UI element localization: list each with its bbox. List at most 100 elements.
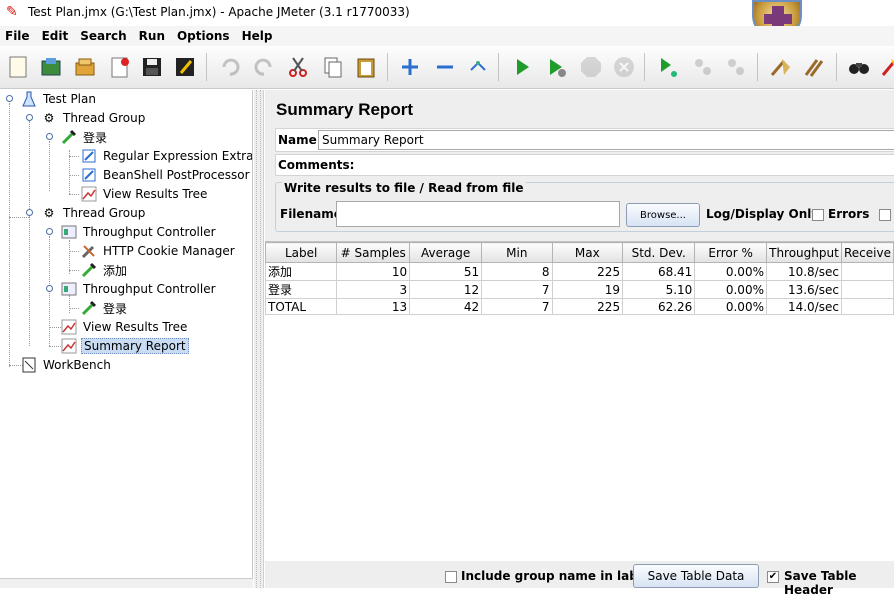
tree-node-throughput-controller[interactable]: Throughput Controller bbox=[60, 280, 218, 298]
toggle-icon[interactable] bbox=[463, 52, 493, 82]
clear-icon[interactable] bbox=[765, 52, 795, 82]
column-header[interactable]: Receive bbox=[840, 242, 894, 263]
table-cell: 51 bbox=[409, 262, 483, 281]
remote-shutdown-icon[interactable] bbox=[721, 52, 751, 82]
save-table-header-checkbox[interactable]: ✔ bbox=[767, 571, 779, 583]
table-cell: 10.8/sec bbox=[765, 262, 842, 281]
results-table[interactable]: Label # Samples Average Min Max Std. Dev… bbox=[264, 241, 894, 561]
tree-toggle[interactable] bbox=[46, 228, 53, 235]
table-cell: 7 bbox=[481, 298, 553, 315]
tree-node-http-cookie-manager[interactable]: HTTP Cookie Manager bbox=[80, 242, 237, 260]
tree-toggle[interactable] bbox=[26, 209, 33, 216]
open-icon[interactable] bbox=[70, 52, 100, 82]
tree-node-view-results-tree[interactable]: View Results Tree bbox=[60, 318, 189, 336]
tree-node-beanshell-postprocessor[interactable]: BeanShell PostProcessor bbox=[80, 166, 252, 184]
menu-help[interactable]: Help bbox=[242, 29, 273, 43]
save-table-data-button[interactable]: Save Table Data bbox=[633, 564, 759, 588]
collapse-icon[interactable] bbox=[430, 52, 460, 82]
column-header[interactable]: Std. Dev. bbox=[622, 242, 696, 263]
tree-toggle[interactable] bbox=[46, 133, 53, 140]
toolbar-separator bbox=[836, 53, 837, 81]
remote-stop-icon[interactable] bbox=[688, 52, 718, 82]
tree-toggle[interactable] bbox=[26, 114, 33, 121]
name-label: Name: bbox=[278, 133, 322, 147]
close-icon[interactable] bbox=[105, 52, 135, 82]
start-no-pause-icon[interactable] bbox=[541, 52, 571, 82]
menu-edit[interactable]: Edit bbox=[42, 29, 69, 43]
toolbar-separator bbox=[498, 53, 499, 81]
table-cell: 添加 bbox=[264, 262, 338, 281]
table-cell: 5.10 bbox=[622, 280, 696, 299]
tree-toggle[interactable] bbox=[46, 285, 53, 292]
new-icon[interactable] bbox=[3, 52, 33, 82]
menu-file[interactable]: File bbox=[5, 29, 30, 43]
copy-icon[interactable] bbox=[318, 52, 348, 82]
tree-node-throughput-controller[interactable]: Throughput Controller bbox=[60, 223, 218, 241]
column-header[interactable]: Min bbox=[481, 242, 553, 263]
comments-row[interactable]: Comments: bbox=[275, 154, 894, 176]
start-icon[interactable] bbox=[507, 52, 537, 82]
tree-node-http-sampler[interactable]: 添加 bbox=[80, 261, 129, 279]
errors-checkbox[interactable] bbox=[812, 209, 824, 221]
column-header[interactable]: Label bbox=[264, 242, 338, 263]
tree-node-view-results-tree[interactable]: View Results Tree bbox=[80, 185, 209, 203]
table-row[interactable]: 登录 3 12 7 19 5.10 0.00% 13.6/sec bbox=[264, 280, 894, 299]
save-icon[interactable] bbox=[137, 52, 167, 82]
clear-all-icon[interactable] bbox=[800, 52, 830, 82]
table-cell: 7 bbox=[481, 280, 553, 299]
table-row[interactable]: TOTAL 13 42 7 225 62.26 0.00% 14.0/sec bbox=[264, 298, 894, 315]
cut-icon[interactable] bbox=[283, 52, 313, 82]
paste-icon[interactable] bbox=[351, 52, 381, 82]
flask-icon bbox=[20, 91, 38, 107]
avatar-cross-bar bbox=[764, 14, 792, 24]
tree-node-thread-group[interactable]: ⚙ Thread Group bbox=[40, 109, 147, 127]
column-header[interactable]: # Samples bbox=[336, 242, 411, 263]
filename-input[interactable] bbox=[336, 201, 620, 227]
tree-node-http-sampler[interactable]: 登录 bbox=[80, 299, 129, 317]
summary-report-panel: Summary Report Name: Comments: Write res… bbox=[264, 90, 894, 597]
table-row[interactable]: 添加 10 51 8 225 68.41 0.00% 10.8/sec bbox=[264, 262, 894, 281]
redo-icon[interactable] bbox=[249, 52, 279, 82]
test-plan-tree[interactable]: Test Plan ⚙ Thread Group 登录 Regular Expr… bbox=[0, 90, 253, 588]
stop-icon[interactable] bbox=[576, 52, 606, 82]
tree-node-summary-report[interactable]: Summary Report bbox=[60, 337, 189, 355]
table-cell bbox=[840, 298, 894, 315]
toolbar-separator bbox=[206, 53, 207, 81]
reset-search-icon[interactable] bbox=[876, 52, 894, 82]
shutdown-icon[interactable] bbox=[609, 52, 639, 82]
name-input[interactable] bbox=[318, 130, 894, 150]
log-display-label: Log/Display Only: bbox=[706, 207, 824, 221]
tree-toggle[interactable] bbox=[6, 95, 13, 102]
table-cell: 225 bbox=[551, 262, 624, 281]
browse-button[interactable]: Browse... bbox=[626, 203, 700, 227]
menu-run[interactable]: Run bbox=[139, 29, 165, 43]
tree-horizontal-scrollbar[interactable] bbox=[0, 578, 253, 588]
pipette-icon bbox=[60, 129, 78, 145]
successes-checkbox[interactable] bbox=[879, 209, 891, 221]
column-header[interactable]: Error % bbox=[694, 242, 767, 263]
search-icon[interactable] bbox=[844, 52, 874, 82]
undo-icon[interactable] bbox=[215, 52, 245, 82]
tree-node-workbench[interactable]: WorkBench bbox=[20, 356, 113, 374]
table-cell bbox=[840, 262, 894, 281]
table-header-row: Label # Samples Average Min Max Std. Dev… bbox=[264, 242, 894, 263]
tree-node-thread-group[interactable]: ⚙ Thread Group bbox=[40, 204, 147, 222]
tree-node-test-plan[interactable]: Test Plan bbox=[20, 90, 98, 108]
table-cell: 13.6/sec bbox=[765, 280, 842, 299]
column-header[interactable]: Throughput bbox=[765, 242, 842, 263]
column-header[interactable]: Average bbox=[409, 242, 483, 263]
remote-start-icon[interactable] bbox=[653, 52, 683, 82]
table-cell: 42 bbox=[409, 298, 483, 315]
pipette-icon bbox=[80, 300, 98, 316]
column-header[interactable]: Max bbox=[551, 242, 624, 263]
tree-node-http-sampler[interactable]: 登录 bbox=[60, 128, 109, 146]
templates-icon[interactable] bbox=[36, 52, 66, 82]
tree-node-regex-extractor[interactable]: Regular Expression Extract bbox=[80, 147, 252, 165]
wrench-icon bbox=[80, 243, 98, 259]
pane-splitter[interactable] bbox=[254, 90, 264, 588]
expand-icon[interactable] bbox=[395, 52, 425, 82]
include-group-checkbox[interactable] bbox=[445, 571, 457, 583]
menu-options[interactable]: Options bbox=[177, 29, 230, 43]
save-as-icon[interactable] bbox=[170, 52, 200, 82]
menu-search[interactable]: Search bbox=[80, 29, 126, 43]
